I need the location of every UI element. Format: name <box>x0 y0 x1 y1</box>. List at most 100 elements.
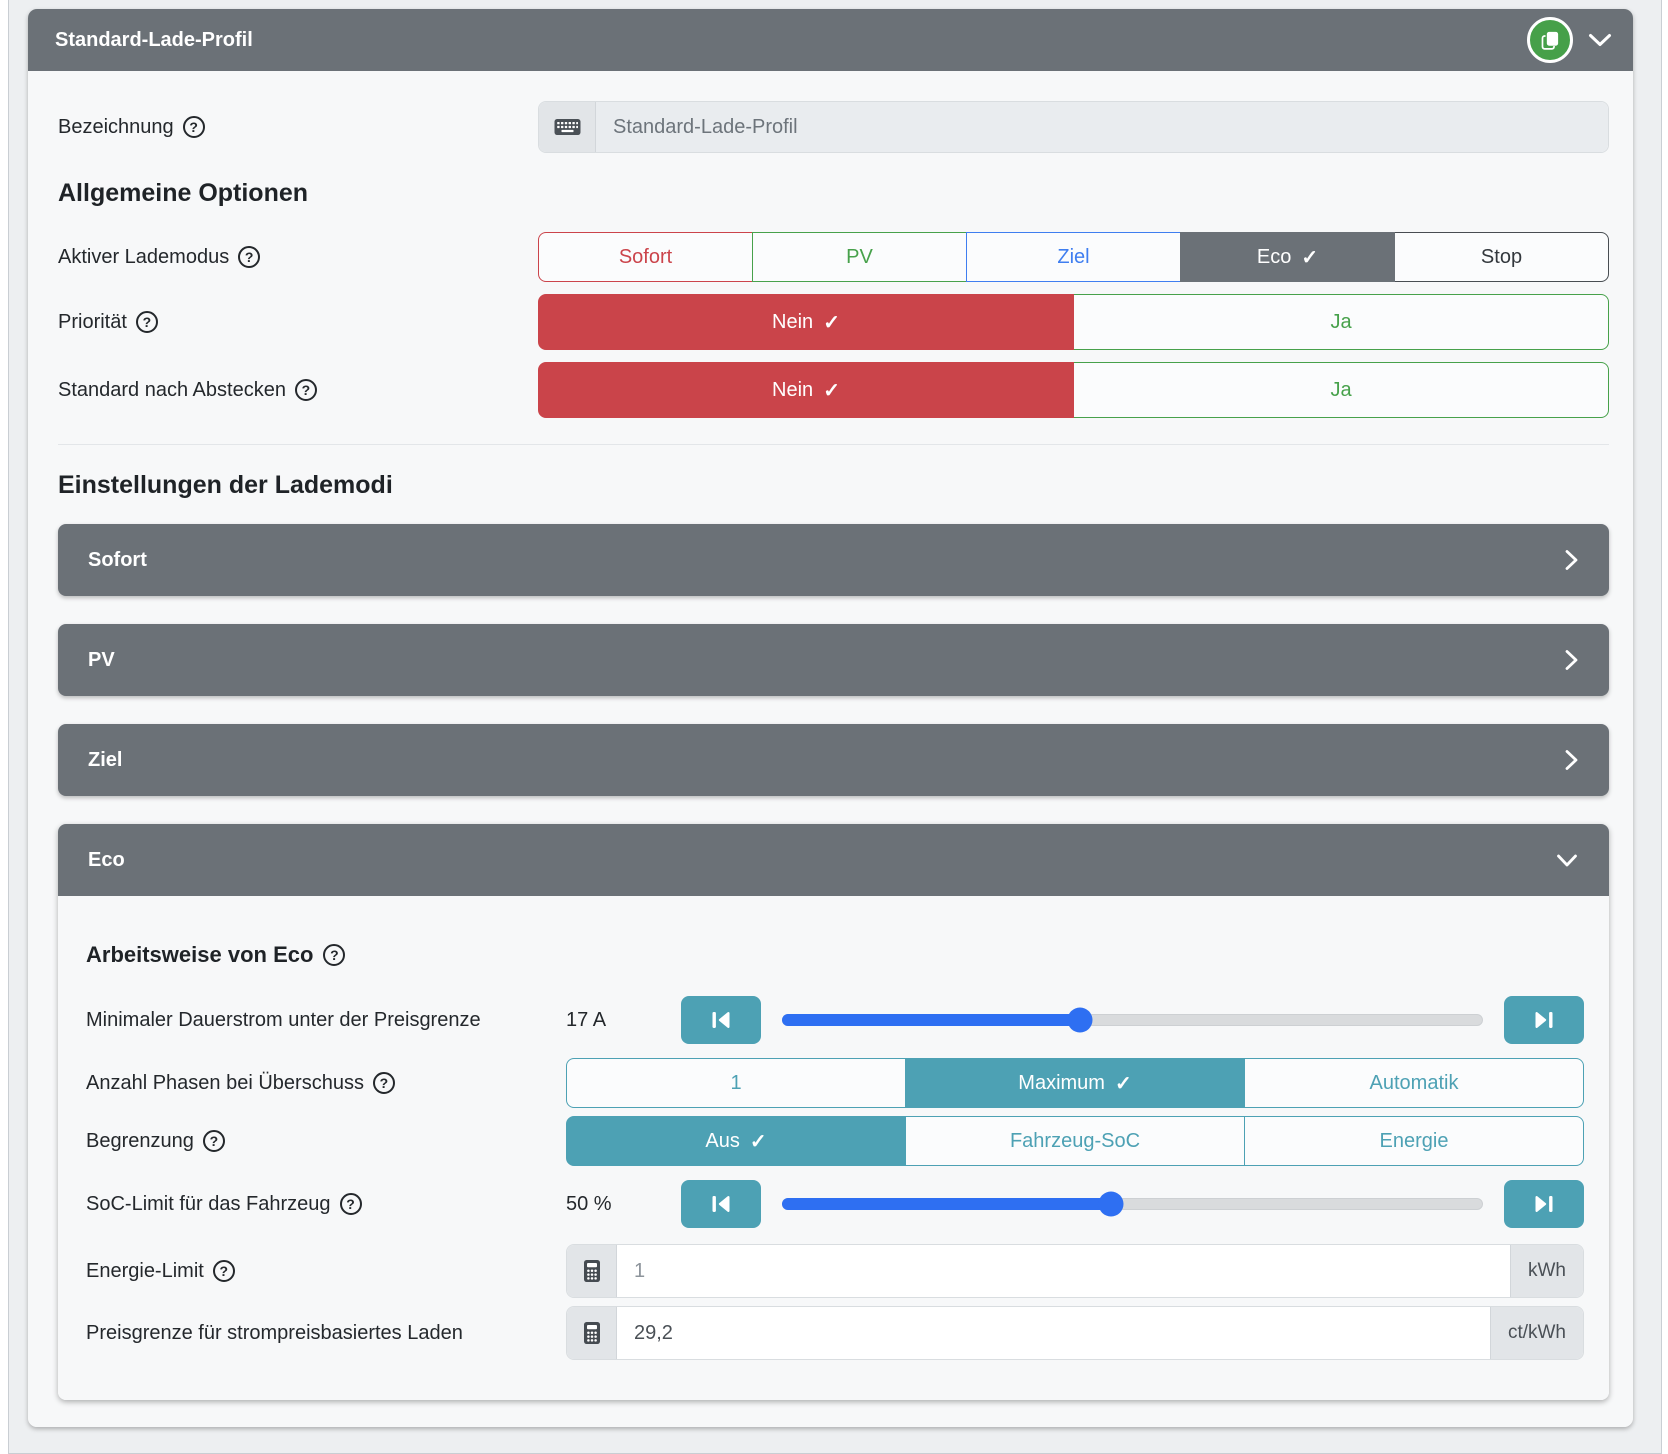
limit-mode-row: Begrenzung ? Aus ✓ Fahrzeug-SoC Energie <box>86 1116 1584 1166</box>
phases-label: Anzahl Phasen bei Überschuss ? <box>86 1072 566 1095</box>
help-icon[interactable]: ? <box>323 944 346 966</box>
energy-limit-row: Energie-Limit ? kWh <box>86 1244 1584 1298</box>
energy-limit-label-text: Energie-Limit <box>86 1259 204 1282</box>
limit-option-fahrzeug-soc[interactable]: Fahrzeug-SoC <box>905 1116 1245 1166</box>
panel-eco-title: Eco <box>88 848 125 871</box>
help-icon[interactable]: ? <box>135 311 158 333</box>
calculator-icon <box>567 1245 617 1297</box>
min-current-label-text: Minimaler Dauerstrom unter der Preisgren… <box>86 1008 481 1031</box>
mode-option-sofort[interactable]: Sofort <box>538 232 753 282</box>
price-limit-input-group: ct/kWh <box>566 1306 1584 1360</box>
limit-mode-label: Begrenzung ? <box>86 1130 566 1153</box>
default-after-unplug-row: Standard nach Abstecken ? Nein ✓ Ja <box>58 362 1609 418</box>
help-icon[interactable]: ? <box>339 1193 362 1215</box>
limit-option-aus-selected[interactable]: Aus ✓ <box>566 1116 906 1166</box>
min-current-skip-start-button[interactable] <box>681 996 761 1044</box>
mode-option-label: Sofort <box>618 245 673 268</box>
limit-mode-label-text: Begrenzung <box>86 1129 194 1152</box>
default-option-ja[interactable]: Ja <box>1073 362 1609 418</box>
mode-option-pv[interactable]: PV <box>752 232 967 282</box>
phases-button-group: 1 Maximum ✓ Automatik <box>566 1058 1584 1108</box>
panel-sofort[interactable]: Sofort <box>58 524 1609 596</box>
help-icon[interactable]: ? <box>294 379 317 401</box>
skip-end-icon <box>1535 1011 1553 1029</box>
option-label: Ja <box>1330 378 1352 401</box>
phases-option-maximum-selected[interactable]: Maximum ✓ <box>905 1058 1245 1108</box>
slider-fill <box>782 1198 1112 1210</box>
mode-option-eco-selected[interactable]: Eco ✓ <box>1180 232 1395 282</box>
charge-mode-label-text: Aktiver Lademodus <box>58 245 230 268</box>
soc-limit-skip-end-button[interactable] <box>1504 1180 1584 1228</box>
eco-heading-text: Arbeitsweise von Eco <box>86 942 314 967</box>
energy-limit-unit: kWh <box>1510 1245 1583 1297</box>
check-icon: ✓ <box>1301 246 1319 269</box>
section-divider <box>58 444 1609 445</box>
soc-limit-value: 50 % <box>566 1192 612 1215</box>
default-option-nein-selected[interactable]: Nein ✓ <box>538 362 1074 418</box>
help-icon[interactable]: ? <box>212 1260 235 1282</box>
panel-sofort-title: Sofort <box>88 548 147 571</box>
chevron-right-icon <box>1564 648 1579 672</box>
mode-settings-heading: Einstellungen der Lademodi <box>58 471 393 499</box>
min-current-row: Minimaler Dauerstrom unter der Preisgren… <box>86 996 1584 1044</box>
skip-end-icon <box>1535 1195 1553 1213</box>
mode-option-ziel[interactable]: Ziel <box>966 232 1181 282</box>
energy-limit-label: Energie-Limit ? <box>86 1260 566 1283</box>
option-label: Automatik <box>1369 1071 1459 1094</box>
bezeichnung-label: Bezeichnung ? <box>58 116 538 139</box>
price-limit-label: Preisgrenze für strompreisbasiertes Lade… <box>86 1322 566 1345</box>
chevron-right-icon <box>1564 748 1579 772</box>
mode-option-label: PV <box>846 245 873 268</box>
bezeichnung-row: Bezeichnung ? <box>58 101 1609 153</box>
panel-ziel-title: Ziel <box>88 748 123 771</box>
slider-thumb[interactable] <box>1098 1191 1124 1217</box>
limit-option-energie[interactable]: Energie <box>1244 1116 1584 1166</box>
skip-start-icon <box>712 1195 730 1213</box>
help-icon[interactable]: ? <box>372 1072 395 1094</box>
panel-ziel[interactable]: Ziel <box>58 724 1609 796</box>
panel-eco-header[interactable]: Eco <box>58 824 1609 896</box>
panel-pv-title: PV <box>88 648 115 671</box>
soc-limit-label-text: SoC-Limit für das Fahrzeug <box>86 1192 331 1215</box>
phases-row: Anzahl Phasen bei Überschuss ? 1 Maximum… <box>86 1058 1584 1108</box>
bezeichnung-label-text: Bezeichnung <box>58 115 174 138</box>
help-icon[interactable]: ? <box>182 116 205 138</box>
price-limit-input[interactable] <box>617 1307 1490 1359</box>
mode-option-stop[interactable]: Stop <box>1394 232 1609 282</box>
slider-thumb[interactable] <box>1067 1007 1093 1033</box>
help-icon[interactable]: ? <box>238 246 261 268</box>
phases-option-1[interactable]: 1 <box>566 1058 906 1108</box>
price-limit-row: Preisgrenze für strompreisbasiertes Lade… <box>86 1306 1584 1360</box>
min-current-skip-end-button[interactable] <box>1504 996 1584 1044</box>
option-label: Nein <box>772 378 814 401</box>
phases-option-automatik[interactable]: Automatik <box>1244 1058 1584 1108</box>
profile-card: Standard-Lade-Profil Bezeichnung ? Stand… <box>28 9 1633 1427</box>
profile-card-header[interactable]: Standard-Lade-Profil <box>28 9 1633 71</box>
eco-heading: Arbeitsweise von Eco ? <box>86 942 1584 968</box>
slider-fill <box>782 1014 1080 1026</box>
priority-option-nein-selected[interactable]: Nein ✓ <box>538 294 1074 350</box>
help-icon[interactable]: ? <box>202 1130 225 1152</box>
mode-option-label: Eco <box>1256 245 1292 268</box>
panel-pv[interactable]: PV <box>58 624 1609 696</box>
option-label: Maximum <box>1018 1071 1105 1094</box>
profile-title: Standard-Lade-Profil <box>55 28 253 51</box>
accordion-shell: Standard-Lade-Profil Bezeichnung ? Stand… <box>8 0 1662 1454</box>
price-limit-label-text: Preisgrenze für strompreisbasiertes Lade… <box>86 1321 463 1344</box>
priority-option-ja[interactable]: Ja <box>1073 294 1609 350</box>
charge-mode-label: Aktiver Lademodus ? <box>58 246 538 269</box>
energy-limit-input-group: kWh <box>566 1244 1584 1298</box>
soc-limit-slider[interactable] <box>782 1191 1483 1217</box>
energy-limit-input[interactable] <box>617 1245 1510 1297</box>
min-current-slider[interactable] <box>782 1007 1483 1033</box>
min-current-value: 17 A <box>566 1008 607 1031</box>
check-icon: ✓ <box>1114 1072 1132 1095</box>
bezeichnung-input[interactable] <box>596 102 1608 152</box>
priority-label: Priorität ? <box>58 311 538 334</box>
panel-eco-expanded: Eco Arbeitsweise von Eco ? Minimaler Dau… <box>58 824 1609 1400</box>
duplicate-profile-button[interactable] <box>1527 17 1573 63</box>
collapse-profile-chevron-down-icon[interactable] <box>1587 32 1613 48</box>
chevron-down-icon <box>1555 853 1579 868</box>
default-after-unplug-button-group: Nein ✓ Ja <box>538 362 1609 418</box>
soc-limit-skip-start-button[interactable] <box>681 1180 761 1228</box>
